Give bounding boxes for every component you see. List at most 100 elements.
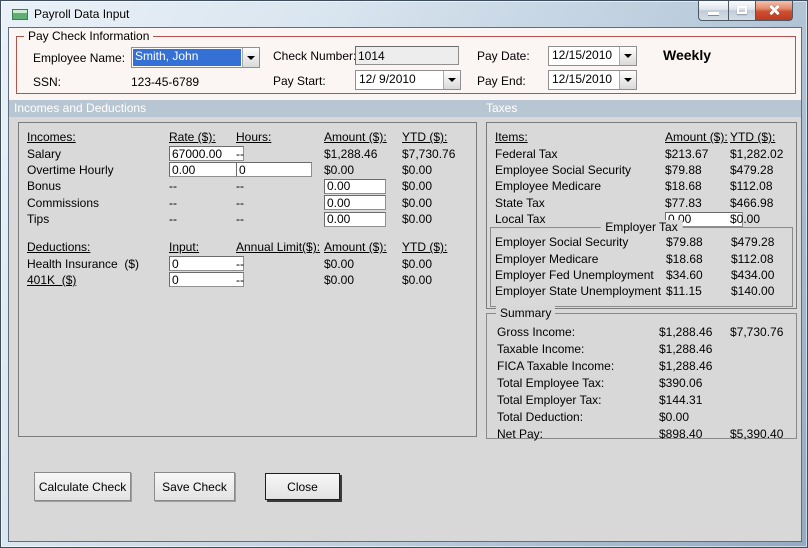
cell-value: -- xyxy=(236,179,244,194)
cell-value: $1,288.46 xyxy=(659,342,713,357)
cell-value: $140.00 xyxy=(731,284,775,299)
check-number-label: Check Number: xyxy=(273,49,357,63)
pay-end-picker[interactable]: 12/15/2010 xyxy=(548,70,637,90)
section-header-bar: Incomes and Deductions Taxes xyxy=(9,100,801,117)
employee-name-select[interactable]: Smith, John xyxy=(131,47,260,68)
column-header: Rate ($): xyxy=(169,130,216,145)
incomes-section-header: Incomes and Deductions xyxy=(14,101,147,115)
save-check-button[interactable]: Save Check xyxy=(154,472,235,501)
cell-value: $18.68 xyxy=(665,179,702,194)
pay-frequency-label: Weekly xyxy=(663,47,711,63)
cell-value: $0.00 xyxy=(402,162,433,177)
employer-tax-group-label: Employer Tax xyxy=(600,220,683,234)
cell-value: $0.00 xyxy=(324,256,355,271)
window-title: Payroll Data Input xyxy=(34,7,130,21)
cell-value: -- xyxy=(169,212,177,227)
calculate-check-button[interactable]: Calculate Check xyxy=(34,472,131,501)
cell-value: $0.00 xyxy=(402,212,433,227)
ssn-label: SSN: xyxy=(33,75,62,89)
dropdown-button[interactable] xyxy=(619,71,636,89)
deductions-table: Deductions: Input: Annual Limit($): Amount … xyxy=(27,239,447,288)
cell-value: $479.28 xyxy=(731,235,775,250)
cell-value: $0.00 xyxy=(730,212,761,227)
employer-tax-table: Employer Social Security $79.88 $479.28 Emp… xyxy=(495,234,774,300)
column-header: YTD ($): xyxy=(730,130,776,145)
pay-start-label: Pay Start: xyxy=(273,74,326,88)
commissions-amount-input[interactable] xyxy=(324,195,386,211)
cell-value: $0.00 xyxy=(402,256,433,271)
cell-value: $5,390.40 xyxy=(730,426,784,441)
cell-value: $77.83 xyxy=(665,195,702,210)
cell-value: $112.08 xyxy=(730,179,773,194)
cell-value: -- xyxy=(236,256,244,271)
row-label: Employer State Unemployment xyxy=(495,284,662,299)
dropdown-button[interactable] xyxy=(619,47,636,65)
cell-value: -- xyxy=(236,195,244,210)
employee-name-label: Employee Name: xyxy=(33,51,126,65)
column-header: Amount ($): xyxy=(665,130,728,145)
pay-start-picker[interactable]: 12/ 9/2010 xyxy=(355,70,461,90)
pay-end-label: Pay End: xyxy=(477,74,526,88)
cell-value: $0.00 xyxy=(659,409,690,424)
tips-amount-input[interactable] xyxy=(324,211,386,227)
row-label: Employee Medicare xyxy=(495,179,602,194)
dropdown-button[interactable] xyxy=(242,48,259,67)
cell-value: $112.08 xyxy=(731,251,774,266)
taxes-table: Items: Amount ($): YTD ($): Federal Tax $213… xyxy=(495,129,783,227)
column-header: Input: xyxy=(169,240,200,255)
row-label: Tips xyxy=(27,212,50,227)
row-label: Taxable Income: xyxy=(497,342,585,357)
pay-date-label: Pay Date: xyxy=(477,49,530,63)
minimize-button[interactable] xyxy=(698,1,728,21)
overtime-rate-input[interactable] xyxy=(169,162,244,178)
bonus-amount-input[interactable] xyxy=(324,178,386,194)
taxes-section-header: Taxes xyxy=(486,101,518,115)
maximize-button[interactable] xyxy=(728,1,756,21)
cell-value: -- xyxy=(236,272,244,287)
column-header: Items: xyxy=(495,130,528,145)
column-header: Annual Limit($): xyxy=(236,240,321,255)
column-header: YTD ($): xyxy=(402,240,448,255)
chevron-down-icon xyxy=(247,55,255,60)
cell-value: $7,730.76 xyxy=(402,146,456,161)
row-label: Federal Tax xyxy=(495,146,558,161)
pay-end-value: 12/15/2010 xyxy=(552,72,613,86)
cell-value: $0.00 xyxy=(324,162,355,177)
pay-date-picker[interactable]: 12/15/2010 xyxy=(548,46,637,66)
row-label: Employee Social Security xyxy=(495,162,632,177)
pay-start-value: 12/ 9/2010 xyxy=(359,72,416,86)
row-label: Employer Medicare xyxy=(495,251,599,266)
row-label: FICA Taxable Income: xyxy=(497,359,615,374)
check-number-input[interactable] xyxy=(355,46,459,65)
dropdown-button[interactable] xyxy=(443,71,460,89)
cell-value: $898.40 xyxy=(659,426,703,441)
row-label: Net Pay: xyxy=(497,426,544,441)
close-icon xyxy=(769,5,779,15)
cell-value: $434.00 xyxy=(731,267,775,282)
close-window-button[interactable] xyxy=(756,1,793,21)
cell-value: $7,730.76 xyxy=(730,325,784,340)
cell-value: $11.15 xyxy=(666,284,702,299)
cell-value: $1,288.46 xyxy=(659,325,713,340)
paycheck-info-group-label: Pay Check Information xyxy=(24,29,154,43)
cell-value: $79.88 xyxy=(666,235,703,250)
cell-value: $0.00 xyxy=(324,272,355,287)
incomes-deductions-panel: Incomes: Rate ($): Hours: Amount ($): YTD ($… xyxy=(18,122,477,437)
health-insurance-input[interactable] xyxy=(169,256,244,272)
client-area: Pay Check Information Employee Name: Smi… xyxy=(8,27,802,542)
row-label: Total Deduction: xyxy=(497,409,584,424)
401k-input[interactable] xyxy=(169,272,244,288)
row-label: Employer Fed Unemployment xyxy=(495,267,654,282)
row-label: Overtime Hourly xyxy=(27,162,114,177)
employee-name-value: Smith, John xyxy=(133,49,241,66)
column-header: Amount ($): xyxy=(324,240,387,255)
close-button[interactable]: Close xyxy=(265,473,340,500)
incomes-table: Incomes: Rate ($): Hours: Amount ($): YTD ($… xyxy=(27,129,455,227)
row-label: Commissions xyxy=(27,195,100,210)
salary-rate-input[interactable] xyxy=(169,146,244,162)
cell-value: $0.00 xyxy=(402,179,433,194)
overtime-hours-input[interactable] xyxy=(236,162,312,178)
cell-value: $213.67 xyxy=(665,146,709,161)
column-header: Incomes: xyxy=(27,130,76,145)
row-label: Total Employer Tax: xyxy=(497,393,602,407)
